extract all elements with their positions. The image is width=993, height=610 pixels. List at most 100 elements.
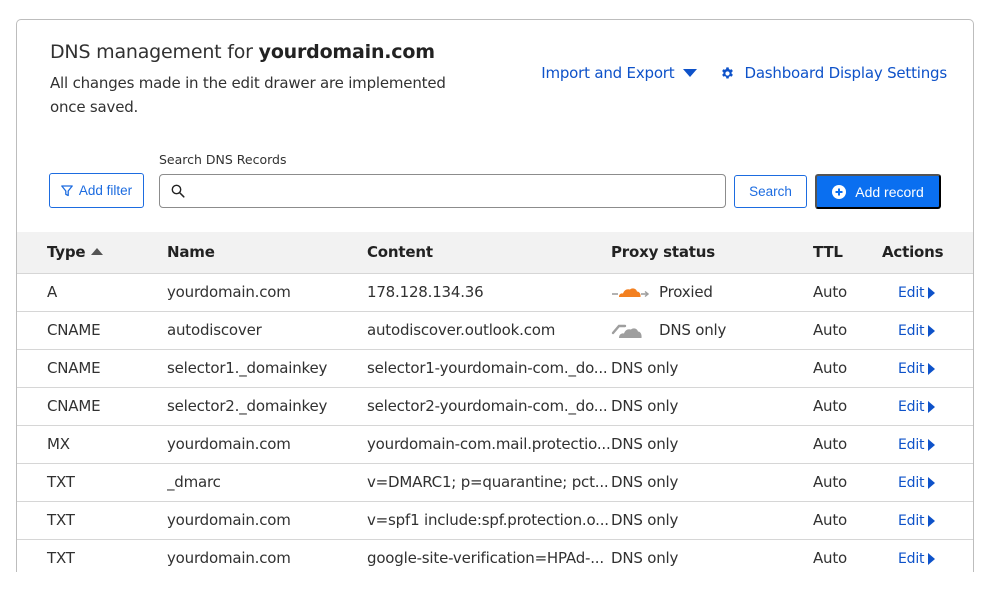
record-content: selector1-yourdomain-com._do... — [367, 349, 611, 388]
search-icon — [171, 184, 185, 198]
edit-label: Edit — [898, 285, 925, 301]
caret-down-icon — [683, 69, 698, 77]
column-header-type[interactable]: Type — [17, 232, 167, 274]
record-content: autodiscover.outlook.com — [367, 311, 611, 350]
record-ttl: Auto — [804, 349, 882, 388]
caret-right-icon — [928, 287, 936, 299]
caret-right-icon — [928, 325, 936, 337]
edit-record-link[interactable]: Edit — [882, 437, 936, 453]
edit-label: Edit — [898, 437, 925, 453]
record-type: CNAME — [17, 387, 167, 426]
record-type: CNAME — [17, 311, 167, 350]
column-ttl-label: TTL — [813, 243, 843, 262]
column-header-actions: Actions — [882, 232, 973, 274]
record-content: 178.128.134.36 — [367, 273, 611, 312]
record-proxy-status: DNS only — [611, 387, 804, 426]
dns-records-table: Type Name Content Proxy status TTL Actio… — [17, 232, 973, 572]
record-content: v=DMARC1; p=quarantine; pct... — [367, 463, 611, 502]
cloud-dns-only-icon — [611, 321, 651, 339]
record-actions: Edit — [882, 425, 973, 464]
record-actions: Edit — [882, 463, 973, 502]
column-actions-label: Actions — [882, 243, 944, 262]
record-content: yourdomain-com.mail.protectio... — [367, 425, 611, 464]
column-header-ttl[interactable]: TTL — [804, 232, 882, 274]
plus-circle-icon — [832, 184, 847, 199]
record-actions: Edit — [882, 349, 973, 388]
page-title: DNS management for yourdomain.com — [50, 41, 435, 63]
record-actions: Edit — [882, 501, 973, 540]
edit-record-link[interactable]: Edit — [882, 399, 936, 415]
table-header-row: Type Name Content Proxy status TTL Actio… — [17, 232, 973, 274]
proxy-status-label: DNS only — [611, 435, 679, 453]
page-subtitle: All changes made in the edit drawer are … — [50, 74, 446, 116]
record-actions: Edit — [882, 387, 973, 426]
proxy-status-label: Proxied — [659, 283, 713, 301]
column-header-content[interactable]: Content — [367, 232, 611, 274]
table-row[interactable]: A yourdomain.com 178.128.134.36 Proxied … — [17, 273, 973, 312]
record-content: v=spf1 include:spf.protection.o... — [367, 501, 611, 540]
record-proxy-status: DNS only — [611, 539, 804, 572]
table-row[interactable]: CNAME autodiscover autodiscover.outlook.… — [17, 311, 973, 350]
proxy-status-label: DNS only — [659, 321, 727, 339]
table-row[interactable]: CNAME selector2._domainkey selector2-you… — [17, 387, 973, 426]
edit-record-link[interactable]: Edit — [882, 285, 936, 301]
table-row[interactable]: TXT yourdomain.com v=spf1 include:spf.pr… — [17, 501, 973, 540]
column-name-label: Name — [167, 243, 215, 262]
edit-record-link[interactable]: Edit — [882, 475, 936, 491]
sort-ascending-icon — [91, 248, 104, 256]
dashboard-settings-label: Dashboard Display Settings — [744, 64, 947, 82]
record-ttl: Auto — [804, 539, 882, 572]
record-name: selector1._domainkey — [167, 349, 367, 388]
dashboard-display-settings-link[interactable]: Dashboard Display Settings — [721, 64, 947, 82]
add-filter-button[interactable]: Add filter — [49, 173, 144, 208]
table-row[interactable]: CNAME selector1._domainkey selector1-you… — [17, 349, 973, 388]
record-actions: Edit — [882, 539, 973, 572]
record-name: yourdomain.com — [167, 425, 367, 464]
caret-right-icon — [928, 439, 936, 451]
title-prefix: DNS management for — [50, 41, 253, 63]
caret-right-icon — [928, 477, 936, 489]
caret-right-icon — [928, 401, 936, 413]
top-links: Import and Export Dashboard Display Sett… — [541, 64, 947, 82]
edit-record-link[interactable]: Edit — [882, 323, 936, 339]
record-type: TXT — [17, 463, 167, 502]
search-button[interactable]: Search — [734, 175, 807, 208]
proxy-status-label: DNS only — [611, 473, 679, 491]
record-name: selector2._domainkey — [167, 387, 367, 426]
proxy-status-label: DNS only — [611, 549, 679, 567]
record-type: CNAME — [17, 349, 167, 388]
record-content: selector2-yourdomain-com._do... — [367, 387, 611, 426]
add-record-button[interactable]: Add record — [815, 174, 941, 209]
record-name: _dmarc — [167, 463, 367, 502]
record-ttl: Auto — [804, 387, 882, 426]
edit-label: Edit — [898, 551, 925, 567]
caret-right-icon — [928, 363, 936, 375]
record-type: MX — [17, 425, 167, 464]
record-content: google-site-verification=HPAd-... — [367, 539, 611, 572]
column-header-name[interactable]: Name — [167, 232, 367, 274]
edit-record-link[interactable]: Edit — [882, 361, 936, 377]
column-header-proxy-status[interactable]: Proxy status — [611, 232, 804, 274]
record-ttl: Auto — [804, 463, 882, 502]
table-row[interactable]: MX yourdomain.com yourdomain-com.mail.pr… — [17, 425, 973, 464]
table-row[interactable]: TXT _dmarc v=DMARC1; p=quarantine; pct..… — [17, 463, 973, 502]
record-proxy-status: DNS only — [611, 425, 804, 464]
proxy-status-label: DNS only — [611, 397, 679, 415]
edit-record-link[interactable]: Edit — [882, 551, 936, 567]
record-proxy-status: DNS only — [611, 463, 804, 502]
import-export-dropdown[interactable]: Import and Export — [541, 64, 698, 82]
title-domain: yourdomain.com — [258, 41, 435, 63]
proxy-status-label: DNS only — [611, 511, 679, 529]
search-input[interactable] — [193, 175, 725, 207]
record-ttl: Auto — [804, 273, 882, 312]
edit-label: Edit — [898, 323, 925, 339]
search-field[interactable] — [159, 174, 726, 208]
edit-record-link[interactable]: Edit — [882, 513, 936, 529]
dns-management-card: DNS management for yourdomain.com All ch… — [16, 19, 974, 572]
record-ttl: Auto — [804, 425, 882, 464]
record-name: yourdomain.com — [167, 273, 367, 312]
record-actions: Edit — [882, 311, 973, 350]
table-row[interactable]: TXT yourdomain.com google-site-verificat… — [17, 539, 973, 572]
filter-icon — [61, 184, 73, 197]
cloud-proxied-icon — [611, 284, 651, 300]
